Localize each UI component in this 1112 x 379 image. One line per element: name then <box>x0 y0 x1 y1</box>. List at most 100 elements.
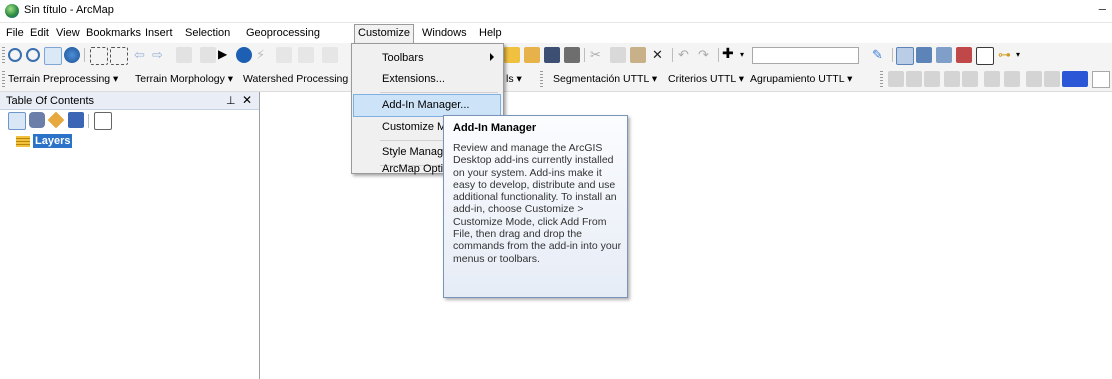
search-window-icon[interactable] <box>936 47 952 63</box>
menu-geoprocessing[interactable]: Geoprocessing <box>246 27 320 39</box>
color-dropdown[interactable] <box>1092 71 1110 88</box>
toolbar-grip[interactable] <box>540 71 543 87</box>
terrain-morphology-dropdown[interactable]: Terrain Morphology ▾ <box>135 73 233 85</box>
delete-icon[interactable]: ✕ <box>652 47 668 63</box>
menu-selection[interactable]: Selection <box>185 27 230 39</box>
measure-icon[interactable] <box>298 47 314 63</box>
watershed-processing-dropdown[interactable]: Watershed Processing ▾ <box>243 73 356 85</box>
spatial-tool-icon[interactable] <box>1004 71 1020 87</box>
pan-hand-icon[interactable] <box>44 47 62 65</box>
layers-label: Layers <box>33 134 73 148</box>
toolbar-grip[interactable] <box>2 71 5 87</box>
spatial-tool-icon[interactable] <box>944 71 960 87</box>
menu-insert[interactable]: Insert <box>145 27 173 39</box>
print-icon[interactable] <box>564 47 580 63</box>
fixed-zoom-in-icon[interactable] <box>90 47 108 65</box>
fixed-zoom-out-icon[interactable] <box>110 47 128 65</box>
spatial-tool-icon[interactable] <box>924 71 940 87</box>
paste-icon[interactable] <box>630 47 646 63</box>
extensions-toolbar: Terrain Preprocessing ▾ Terrain Morpholo… <box>0 67 1112 92</box>
tools-dropdown-partial[interactable]: ls ▾ <box>506 73 522 85</box>
toolbar-grip[interactable] <box>2 47 5 63</box>
menu-item-label: Add-In Manager... <box>382 99 470 111</box>
separator <box>84 48 85 62</box>
spatial-tool-icon[interactable] <box>962 71 978 87</box>
toolbar-overflow-icon[interactable]: ▾ <box>1016 50 1032 66</box>
minimize-button[interactable]: – <box>1099 1 1106 16</box>
list-by-drawing-order-icon[interactable] <box>8 112 26 130</box>
full-extent-icon[interactable] <box>64 47 80 63</box>
editor-toolbar-icon[interactable]: ✎ <box>872 47 888 63</box>
list-by-visibility-icon[interactable] <box>47 111 65 129</box>
zoom-out-icon[interactable] <box>26 48 40 62</box>
arctoolbox-icon[interactable] <box>956 47 972 63</box>
color-swatch-icon[interactable] <box>1062 71 1088 87</box>
toolbar-grip[interactable] <box>880 71 883 87</box>
separator <box>718 48 719 62</box>
add-data-icon[interactable]: ✚ <box>722 45 738 61</box>
spatial-tool-icon[interactable] <box>1044 71 1060 87</box>
menu-item-add-in-manager[interactable]: Add-In Manager... <box>353 94 501 117</box>
terrain-preprocessing-dropdown[interactable]: Terrain Preprocessing ▾ <box>8 73 118 85</box>
list-by-selection-icon[interactable] <box>68 112 84 128</box>
select-elements-icon[interactable]: ▶ <box>218 47 234 63</box>
redo-icon[interactable]: ↷ <box>698 47 714 63</box>
menu-view[interactable]: View <box>56 27 80 39</box>
menu-bar: File Edit View Bookmarks Insert Selectio… <box>0 24 1112 44</box>
separator <box>892 48 893 62</box>
open-folder-icon[interactable] <box>524 47 540 63</box>
save-icon[interactable] <box>544 47 560 63</box>
new-document-icon[interactable] <box>504 47 520 63</box>
menu-item-extensions[interactable]: Extensions... <box>354 69 500 90</box>
forward-icon[interactable]: ⇨ <box>152 47 168 63</box>
zoom-in-icon[interactable] <box>8 48 22 62</box>
spatial-tool-icon[interactable] <box>888 71 904 87</box>
options-icon[interactable] <box>94 112 112 130</box>
tooltip-body: Review and manage the ArcGIS Desktop add… <box>453 142 622 265</box>
html-popup-icon[interactable] <box>276 47 292 63</box>
list-by-source-icon[interactable] <box>29 112 45 128</box>
catalog-window-icon[interactable] <box>916 47 932 63</box>
toc-title: Table Of Contents <box>6 95 95 107</box>
menu-bookmarks[interactable]: Bookmarks <box>86 27 141 39</box>
select-features-icon[interactable] <box>176 47 192 63</box>
add-in-manager-tooltip: Add-In Manager Review and manage the Arc… <box>443 115 628 298</box>
spatial-tool-icon[interactable] <box>906 71 922 87</box>
menu-item-toolbars[interactable]: Toolbars <box>354 48 500 69</box>
identify-icon[interactable] <box>236 47 252 63</box>
menu-separator <box>380 92 498 93</box>
python-window-icon[interactable] <box>976 47 994 65</box>
hyperlink-icon[interactable]: ⚡ <box>256 47 272 63</box>
cut-icon[interactable]: ✂ <box>590 47 606 63</box>
menu-windows[interactable]: Windows <box>422 27 467 39</box>
spatial-tool-icon[interactable] <box>1026 71 1042 87</box>
clear-selection-icon[interactable] <box>200 47 216 63</box>
separator <box>88 114 89 128</box>
toc-toolbar <box>0 110 259 130</box>
tooltip-title: Add-In Manager <box>453 122 537 134</box>
model-builder-icon[interactable]: ⊶ <box>998 47 1014 63</box>
close-icon[interactable]: ✕ <box>242 93 252 107</box>
menu-item-label: ArcMap Opti <box>382 163 444 175</box>
table-of-contents-icon[interactable] <box>896 47 914 65</box>
menu-edit[interactable]: Edit <box>30 27 49 39</box>
spatial-tool-icon[interactable] <box>984 71 1000 87</box>
agrupamiento-uttl-dropdown[interactable]: Agrupamiento UTTL ▾ <box>750 73 852 85</box>
menu-item-label: Customize M <box>382 121 447 133</box>
arcmap-globe-icon <box>5 4 19 18</box>
segmentacion-uttl-dropdown[interactable]: Segmentación UTTL ▾ <box>553 73 657 85</box>
separator <box>584 48 585 62</box>
standard-toolbar: ⇦ ⇨ ▶ ⚡ ✂ ✕ ↶ ↷ ✚ ▾ ✎ ⊶ ▾ <box>0 43 1112 68</box>
menu-help[interactable]: Help <box>479 27 502 39</box>
submenu-arrow-icon <box>490 53 494 61</box>
find-icon[interactable] <box>322 47 338 63</box>
window-title: Sin título - ArcMap <box>24 4 114 16</box>
menu-customize[interactable]: Customize <box>354 24 414 44</box>
map-scale-combo[interactable] <box>752 47 859 64</box>
undo-icon[interactable]: ↶ <box>678 47 694 63</box>
pin-icon[interactable]: ⊥ <box>226 94 236 107</box>
criterios-uttl-dropdown[interactable]: Criterios UTTL ▾ <box>668 73 744 85</box>
back-icon[interactable]: ⇦ <box>134 47 150 63</box>
menu-file[interactable]: File <box>6 27 24 39</box>
copy-icon[interactable] <box>610 47 626 63</box>
